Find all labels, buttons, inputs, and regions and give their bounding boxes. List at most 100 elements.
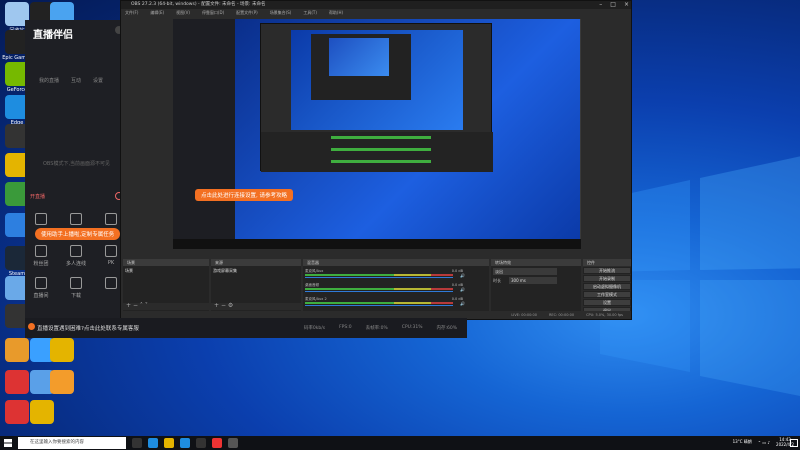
weather-text[interactable]: 13°C 晴朗 (733, 439, 752, 445)
maximize-icon[interactable]: □ (610, 1, 616, 8)
sources-toolbar: + − ⚙ (211, 303, 301, 310)
task-view-icon[interactable] (132, 438, 142, 448)
menu-file[interactable]: 文件(F) (125, 9, 138, 16)
control-button[interactable]: 启动虚拟摄像机 (583, 283, 631, 290)
menu-profile[interactable]: 配置文件(P) (236, 9, 258, 16)
scenes-dock-title: 场景 (123, 259, 209, 266)
start-icon[interactable] (4, 439, 12, 447)
notification-icon[interactable] (790, 439, 798, 447)
tool-label: 直播间 (33, 293, 49, 299)
add-icon[interactable]: + (214, 302, 219, 309)
app-icon[interactable] (5, 370, 29, 394)
volume-meter (305, 302, 453, 304)
notice-icon (28, 323, 35, 330)
connect-banner[interactable]: 点击此处进行连接设置, 请参考攻略 (195, 189, 293, 201)
menu-scene-collection[interactable]: 场景集合(S) (270, 9, 292, 16)
up-icon[interactable]: ˄ (140, 302, 143, 309)
menu-bar: 文件(F) 编辑(E) 视图(V) 停靠窗口(D) 配置文件(P) 场景集合(S… (121, 9, 631, 16)
taskbar: 在这里输入你要搜索的内容 13°C 晴朗 ⌃ ▭ ♪ 14:43 2022/4/… (0, 436, 800, 450)
window-controls: – □ × (599, 1, 629, 8)
tab-settings[interactable]: 设置 (93, 77, 103, 84)
scene-item[interactable]: 场景 (125, 268, 133, 274)
app-icon[interactable] (30, 400, 54, 424)
track-name: 麦克风/Aux (305, 269, 324, 273)
support-message[interactable]: 直播设置遇到困难?点击此处联系专属客服 (37, 324, 139, 332)
preview-canvas[interactable]: 点击此处进行连接设置, 请参考攻略 (173, 19, 581, 249)
control-button[interactable]: 设置 (583, 299, 631, 306)
app-icon[interactable] (5, 338, 29, 362)
volume-slider[interactable] (305, 305, 453, 306)
duration-label: 时长 (493, 278, 501, 283)
obs-mode-hint: OBS模式下,当前画面源不可见 (43, 161, 111, 167)
calendar-icon[interactable] (105, 277, 117, 289)
control-button[interactable]: 开始录制 (583, 275, 631, 282)
box-icon[interactable] (105, 213, 117, 225)
menu-docks[interactable]: 停靠窗口(D) (202, 9, 224, 16)
tool-label: 粉丝团 (33, 261, 49, 267)
transitions-dock-title: 转场特效 (491, 259, 581, 266)
volume-slider[interactable] (305, 291, 453, 292)
remove-icon[interactable]: − (221, 302, 226, 309)
close-icon[interactable]: × (624, 1, 629, 8)
edge-icon[interactable] (148, 438, 158, 448)
tool-label: 多人连线 (65, 261, 86, 267)
link-icon[interactable] (70, 245, 82, 257)
fans-icon[interactable] (35, 245, 47, 257)
source-item[interactable]: 游戏屏幕采集 (213, 268, 237, 274)
tab-interact[interactable]: 互动 (71, 77, 81, 84)
controls-dock-title: 控件 (583, 259, 631, 266)
companion-bottom-bar: 直播设置遇到困难?点击此处联系专属客服 码率0kb/s FPS:0 丢帧率:0%… (25, 318, 467, 338)
app-logo: 直播伴侣 (33, 30, 73, 41)
user-icon[interactable] (70, 213, 82, 225)
live-label: 开直播 (30, 194, 46, 200)
download-icon[interactable] (70, 277, 82, 289)
control-button[interactable]: 工作室模式 (583, 291, 631, 298)
room-icon[interactable] (35, 277, 47, 289)
minimize-icon[interactable]: – (599, 1, 602, 8)
tab-bar: 我的直播 互动 设置 (39, 77, 103, 84)
live-companion-window: 直播伴侣 我的直播 互动 设置 OBS模式下,当前画面源不可见 开直播 粉丝团 多… (25, 20, 127, 338)
down-icon[interactable]: ˅ (145, 302, 148, 309)
menu-help[interactable]: 帮助(H) (329, 9, 343, 16)
speaker-icon[interactable]: 🔊 (460, 273, 465, 278)
volume-meter (305, 274, 453, 276)
app-icon[interactable] (50, 338, 74, 362)
tab-my-live[interactable]: 我的直播 (39, 77, 59, 84)
duration-input[interactable]: 300 ms (509, 277, 557, 284)
folder-icon[interactable] (164, 438, 174, 448)
menu-tools[interactable]: 工具(T) (303, 9, 317, 16)
track-name: 麦克风/Aux 2 (305, 297, 327, 301)
remove-icon[interactable]: − (133, 302, 138, 309)
speaker-icon[interactable]: 🔊 (460, 301, 465, 306)
menu-view[interactable]: 视图(V) (176, 9, 190, 16)
volume-slider[interactable] (305, 277, 453, 278)
store-icon[interactable] (180, 438, 190, 448)
tray-icons[interactable]: ⌃ ▭ ♪ (758, 440, 770, 445)
captured-obs (260, 23, 493, 172)
app-icon[interactable] (50, 370, 74, 394)
mixer-dock-title: 混音器 (303, 259, 489, 266)
search-box[interactable]: 在这里输入你要搜索的内容 (18, 437, 126, 449)
promo-banner[interactable]: 使用助手上播啦,定制专属任务 (35, 228, 121, 240)
control-button[interactable]: 开始推流 (583, 267, 631, 274)
app-icon[interactable] (5, 400, 29, 424)
transitions-dock: 淡出 时长 300 ms (491, 266, 581, 311)
fps-stat: FPS:0 (339, 325, 352, 330)
pk-icon[interactable] (105, 245, 117, 257)
dropped-stat: 丢帧率:0% (365, 326, 388, 331)
obs-task-icon[interactable] (228, 438, 238, 448)
transition-select[interactable]: 淡出 (493, 268, 557, 275)
obs-window: OBS 27.2.3 (64-bit, windows) - 配置文件: 未命名… (120, 0, 632, 320)
mixer-track: 麦克风/Aux 2 0.0 dB 🔊 (305, 297, 467, 308)
speaker-icon[interactable]: 🔊 (460, 287, 465, 292)
gear-icon[interactable]: ⚙ (228, 302, 233, 309)
cpu-stat: CPU:31% (401, 325, 423, 330)
add-icon[interactable]: + (126, 302, 131, 309)
companion-task-icon[interactable] (212, 438, 222, 448)
bitrate-stat: 码率0kb/s (303, 326, 326, 331)
gift-icon[interactable] (35, 213, 47, 225)
menu-edit[interactable]: 编辑(E) (150, 9, 164, 16)
system-tray: 13°C 晴朗 ⌃ ▭ ♪ 14:43 2022/4/2 (733, 437, 798, 447)
memory-stat: 内存:60% (436, 326, 457, 331)
app-icon[interactable] (196, 438, 206, 448)
